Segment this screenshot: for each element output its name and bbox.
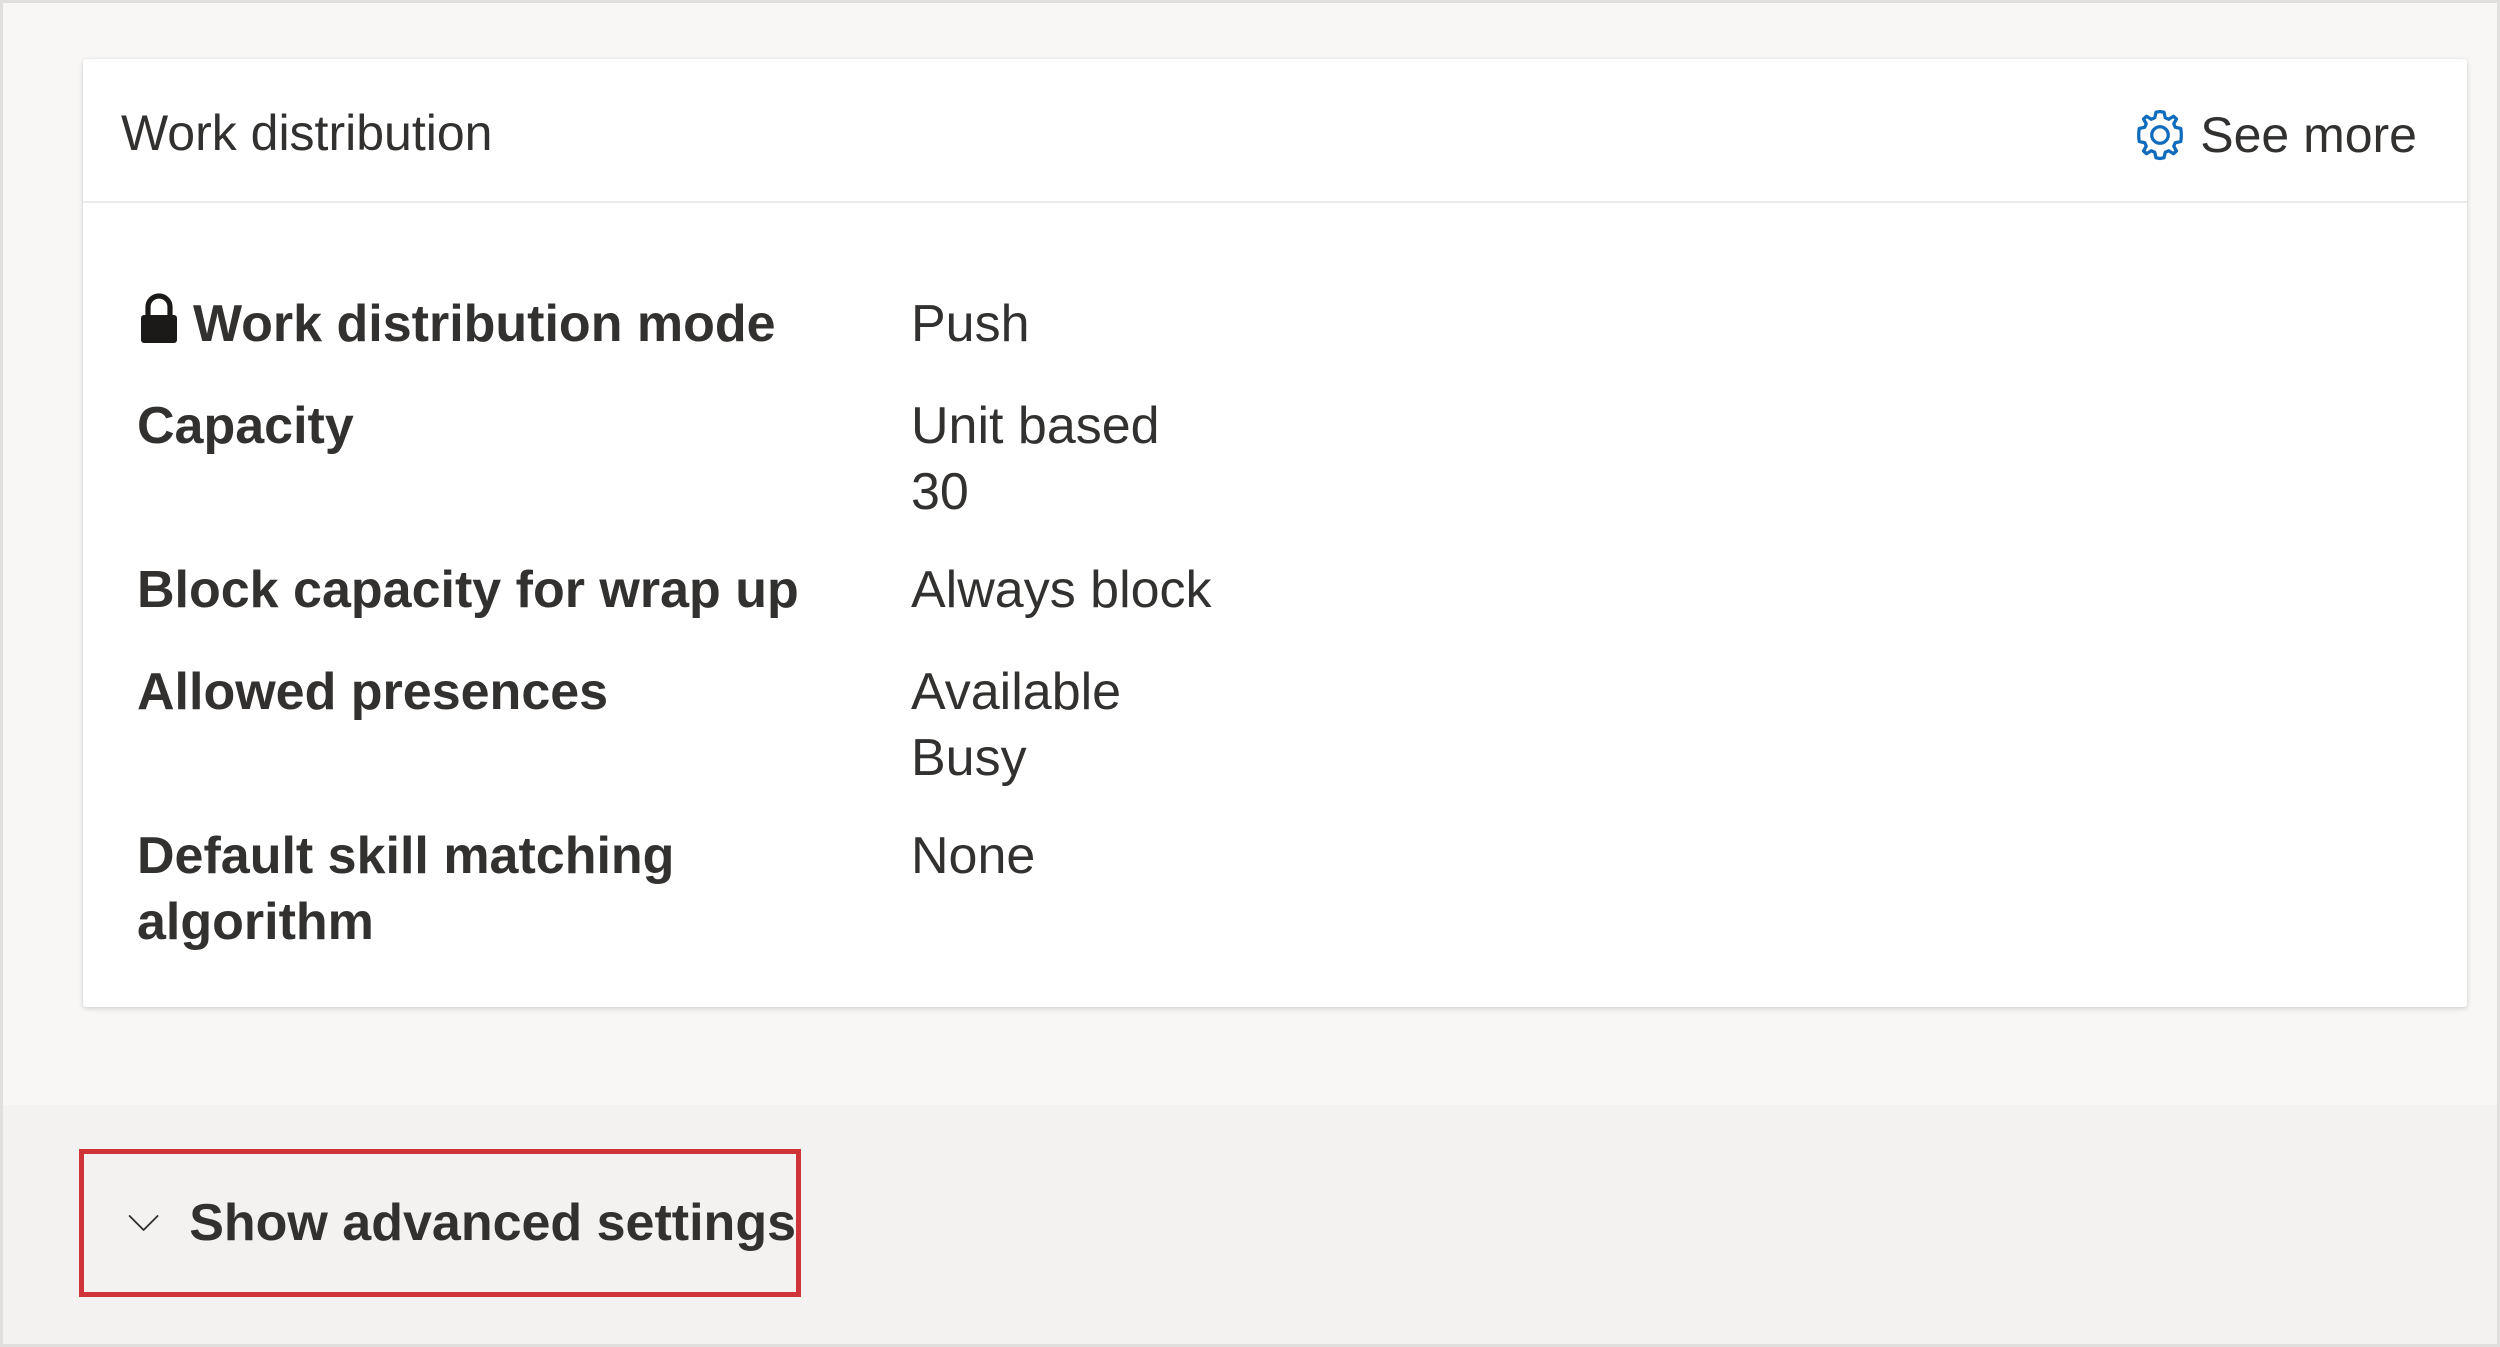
card-header: Work distribution See more <box>83 59 2467 203</box>
setting-label: Work distribution mode <box>139 291 839 357</box>
setting-label: Block capacity for wrap up <box>137 561 799 619</box>
setting-value: Available Busy <box>911 663 1122 787</box>
gear-icon <box>2137 109 2184 161</box>
setting-value: Unit based 30 <box>911 397 1160 521</box>
app-frame: Work distribution See more Work distribu… <box>0 0 2500 1347</box>
show-advanced-settings-label: Show advanced settings <box>189 1194 796 1252</box>
setting-value: Push <box>911 295 1030 353</box>
show-advanced-settings-button[interactable]: Show advanced settings <box>79 1149 801 1297</box>
setting-label: Allowed presences <box>137 663 609 721</box>
setting-label: Capacity <box>137 397 354 455</box>
setting-label: Default skill matching algorithm <box>137 827 675 951</box>
see-more-button[interactable]: See more <box>2130 105 2417 165</box>
footer-panel: Show advanced settings <box>3 1105 2497 1344</box>
setting-value: Always block <box>911 561 1212 619</box>
work-distribution-card: Work distribution See more Work distribu… <box>83 59 2467 1007</box>
lock-icon <box>141 293 177 343</box>
see-more-label: See more <box>2200 107 2417 163</box>
setting-value: None <box>911 827 1036 885</box>
card-title: Work distribution <box>121 105 493 161</box>
chevron-down-icon <box>128 1215 159 1231</box>
